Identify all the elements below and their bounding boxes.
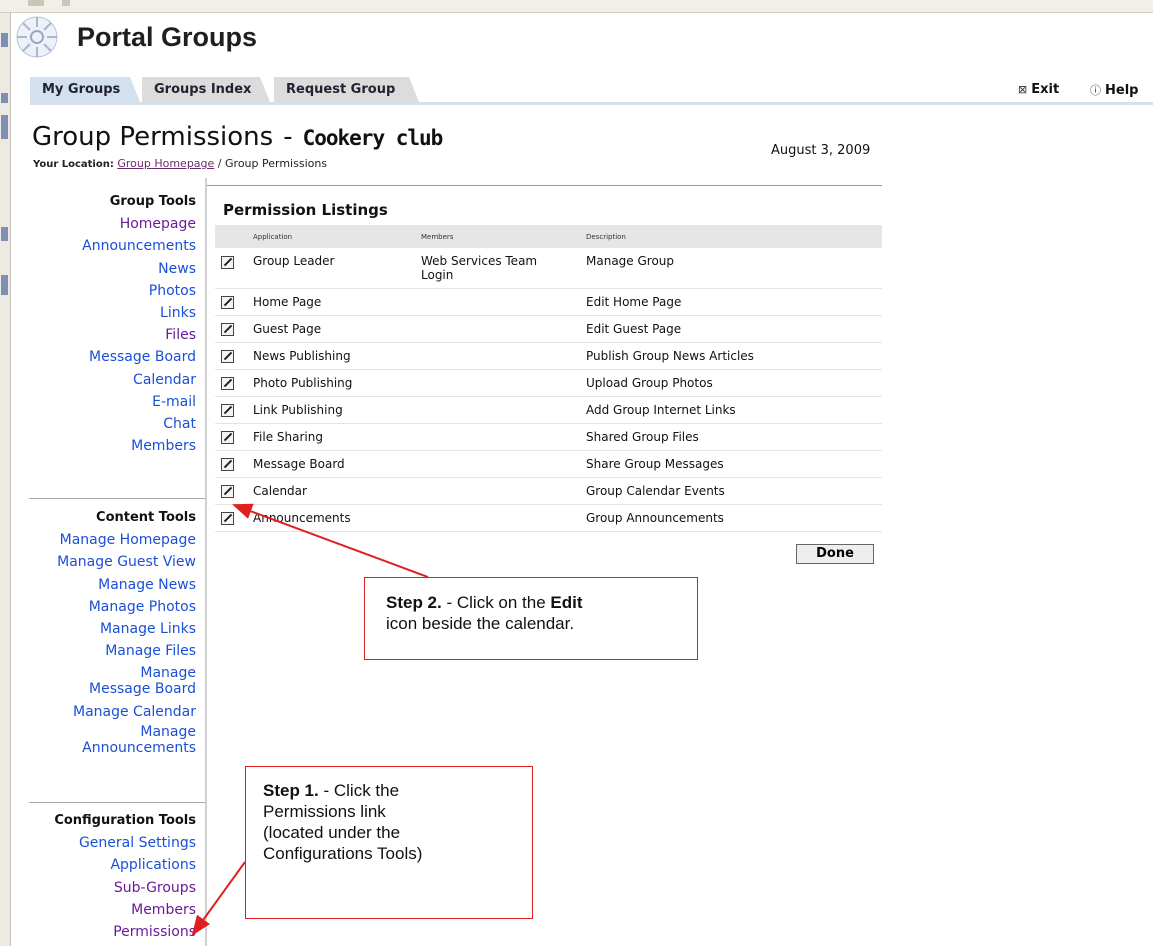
step2-arrow: [232, 503, 429, 578]
step1-arrow: [191, 861, 246, 936]
annotation-arrows: [191, 503, 429, 936]
